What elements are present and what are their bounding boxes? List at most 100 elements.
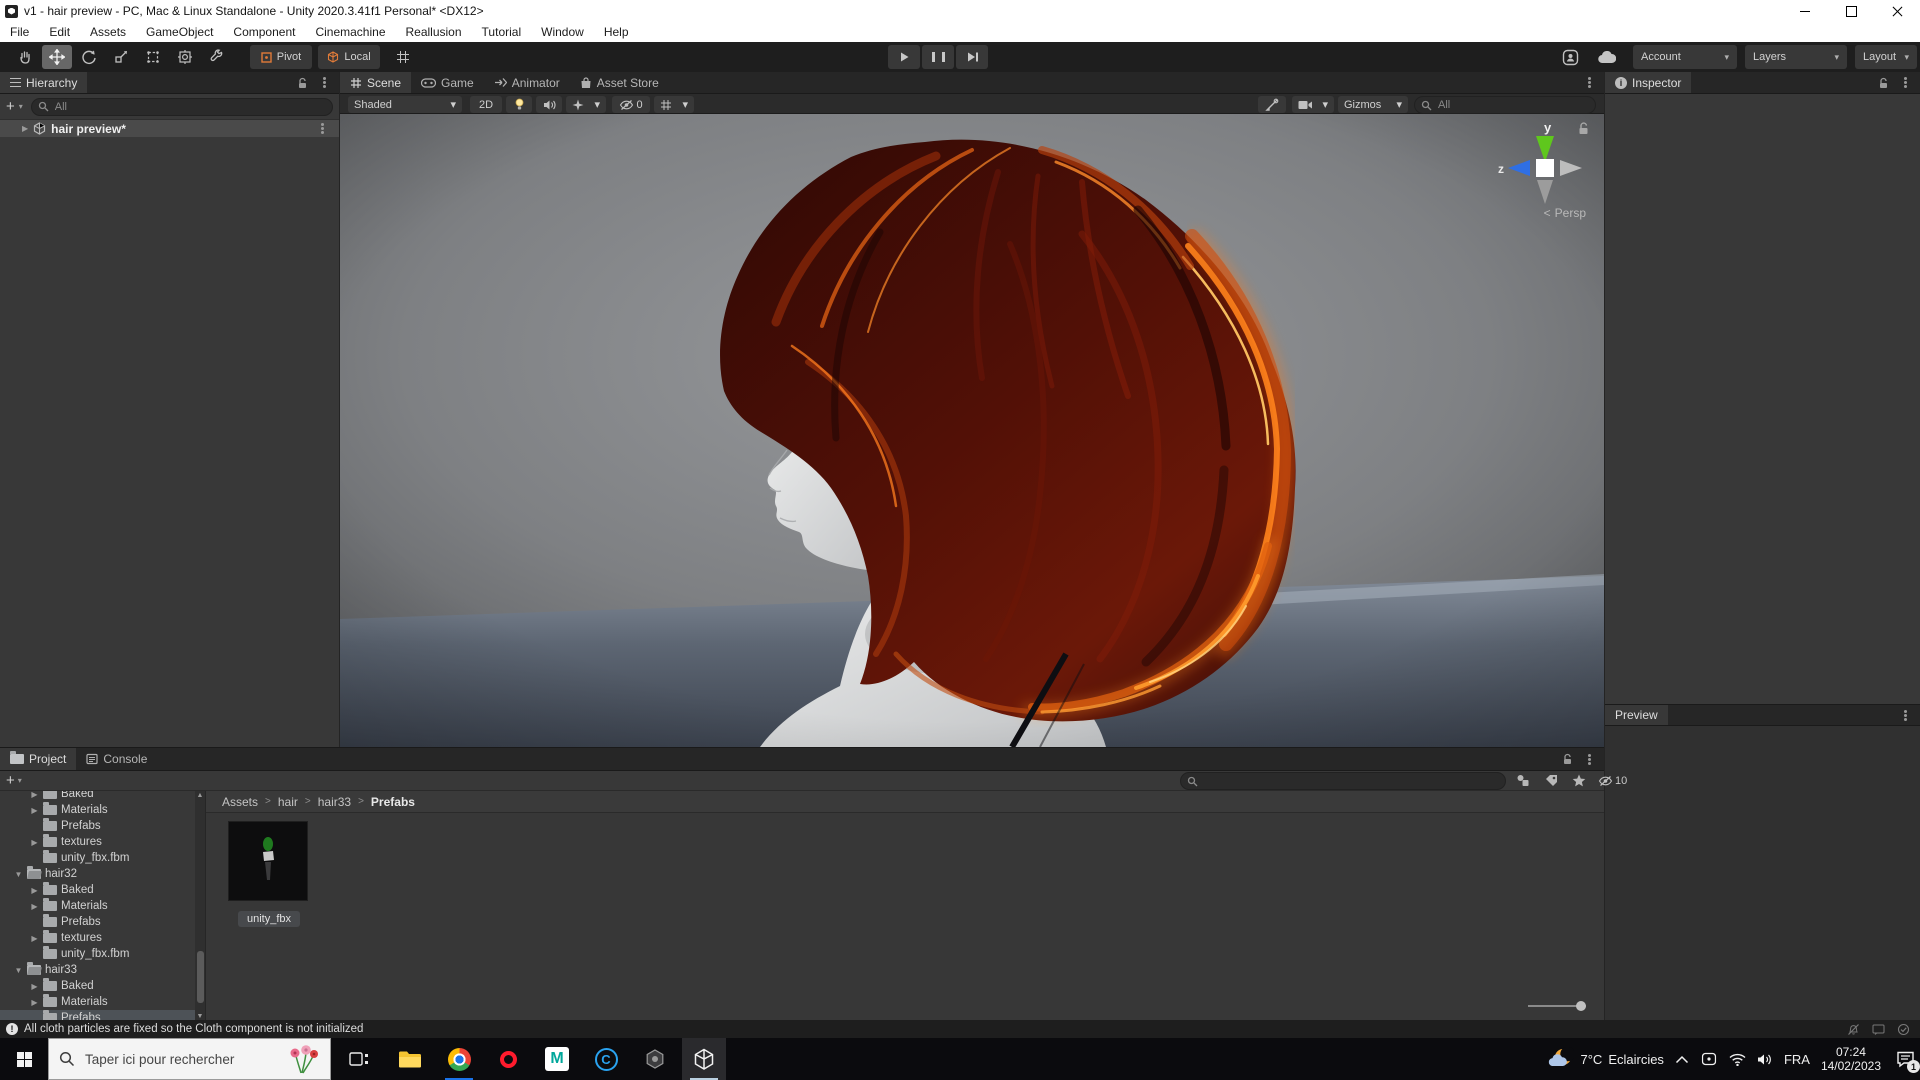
tab-scene[interactable]: Scene [340, 72, 412, 93]
effects-dropdown[interactable]: ▾ [566, 96, 606, 113]
step-button[interactable] [956, 45, 988, 69]
hierarchy-search[interactable] [30, 97, 333, 116]
scroll-up-icon[interactable]: ▲ [195, 792, 205, 799]
close-button[interactable] [1874, 0, 1920, 22]
tree-scrollbar[interactable]: ▲ ▼ [195, 791, 205, 1021]
action-center-button[interactable]: 1 [1892, 1046, 1920, 1073]
weather-widget[interactable]: 7°C Eclaircies [1548, 1047, 1664, 1071]
scene-item-menu[interactable] [313, 120, 331, 138]
bell-muted-icon[interactable] [1847, 1023, 1860, 1036]
file-explorer-button[interactable] [388, 1038, 432, 1080]
project-search[interactable] [1180, 772, 1506, 790]
lock-button[interactable] [1558, 750, 1576, 768]
project-search-input[interactable] [1202, 774, 1499, 788]
expand-arrow-icon[interactable]: ▶ [30, 934, 39, 943]
tree-item[interactable]: ▶ Baked [0, 882, 205, 898]
2d-toggle[interactable]: 2D [470, 96, 502, 113]
tree-item[interactable]: ▶ Materials [0, 802, 205, 818]
shading-mode-dropdown[interactable]: Shaded ▾ [348, 96, 462, 113]
play-button[interactable] [888, 45, 920, 69]
tab-console[interactable]: Console [76, 748, 157, 770]
lighting-toggle[interactable] [506, 96, 532, 113]
expand-arrow-icon[interactable]: ▶ [30, 886, 39, 895]
tree-item[interactable]: unity_fbx.fbm [0, 946, 205, 962]
menu-window[interactable]: Window [531, 25, 594, 39]
grid-visibility-dropdown[interactable]: ▾ [654, 96, 694, 113]
custom-tool[interactable] [202, 45, 232, 69]
project-visibility-toggle[interactable]: 10 [1598, 775, 1627, 787]
create-dropdown-icon[interactable]: ▾ [19, 102, 23, 111]
expand-arrow-icon[interactable]: ▶ [30, 998, 39, 1007]
slider-knob[interactable] [1576, 1001, 1586, 1011]
menu-reallusion[interactable]: Reallusion [396, 25, 472, 39]
tree-item[interactable]: Prefabs [0, 914, 205, 930]
gizmo-lock-icon[interactable] [1577, 122, 1590, 136]
panel-menu-button[interactable] [1896, 706, 1914, 724]
expand-arrow-icon[interactable]: ▶ [30, 902, 39, 911]
tree-item[interactable]: Prefabs [0, 818, 205, 834]
tree-item[interactable]: ▼ hair32 [0, 866, 205, 882]
menu-help[interactable]: Help [594, 25, 639, 39]
pivot-toggle[interactable]: Pivot [250, 45, 312, 69]
tab-preview[interactable]: Preview [1605, 705, 1668, 725]
rotate-tool[interactable] [74, 45, 104, 69]
tree-item[interactable]: ▶ Materials [0, 898, 205, 914]
thumbnail-size-slider[interactable] [1528, 1001, 1586, 1011]
m-app-button[interactable]: M [535, 1038, 579, 1080]
panel-menu-button[interactable] [315, 74, 333, 92]
hierarchy-search-input[interactable] [52, 99, 326, 114]
layout-dropdown[interactable]: Layout ▾ [1855, 45, 1917, 69]
search-by-label-button[interactable] [1542, 772, 1560, 790]
scrollbar-thumb[interactable] [196, 951, 204, 1003]
wifi-icon[interactable] [1729, 1053, 1746, 1066]
menu-component[interactable]: Component [223, 25, 305, 39]
tree-item[interactable]: ▼ hair33 [0, 962, 205, 978]
search-by-type-button[interactable] [1514, 772, 1532, 790]
projection-mode-toggle[interactable]: < Persp [1544, 206, 1586, 220]
volume-icon[interactable] [1757, 1053, 1773, 1066]
asset-name-label[interactable]: unity_fbx [238, 911, 300, 927]
create-dropdown-icon[interactable]: ▾ [18, 776, 22, 785]
audio-toggle[interactable] [536, 96, 562, 113]
project-content-area[interactable]: Assets > hair > hair33 > Prefabs unity_f… [206, 791, 1604, 1021]
favorites-button[interactable] [1570, 772, 1588, 790]
breadcrumb-hair33[interactable]: hair33 [318, 795, 351, 809]
rect-tool[interactable] [138, 45, 168, 69]
grid-snap-tool[interactable] [388, 45, 418, 69]
expand-arrow-icon[interactable]: ▶ [22, 124, 28, 133]
collapse-arrow-icon[interactable]: ▼ [14, 870, 23, 879]
collapse-arrow-icon[interactable]: ▼ [14, 966, 23, 975]
scale-tool[interactable] [106, 45, 136, 69]
unity-editor-button[interactable] [682, 1038, 726, 1080]
scene-visibility-toggle[interactable]: 0 [612, 96, 650, 113]
expand-arrow-icon[interactable]: ▶ [30, 806, 39, 815]
tree-item[interactable]: ▶ Baked [0, 978, 205, 994]
language-indicator[interactable]: FRA [1784, 1052, 1810, 1067]
move-tool[interactable] [42, 45, 72, 69]
maximize-button[interactable] [1828, 0, 1874, 22]
tree-item[interactable]: ▶ Materials [0, 994, 205, 1010]
scene-camera-dropdown[interactable]: ▾ [1292, 96, 1334, 113]
scene-search[interactable] [1414, 96, 1596, 114]
clock-widget[interactable]: 07:24 14/02/2023 [1821, 1045, 1881, 1073]
scene-viewport[interactable]: y z < Persp [340, 114, 1604, 747]
breadcrumb-prefabs[interactable]: Prefabs [371, 795, 415, 809]
taskbar-search[interactable] [48, 1038, 331, 1080]
gizmos-dropdown[interactable]: Gizmos ▾ [1338, 96, 1408, 113]
expand-arrow-icon[interactable]: ▶ [30, 791, 39, 799]
hierarchy-scene-item[interactable]: ▶ hair preview* [0, 120, 339, 137]
scene-search-input[interactable] [1436, 98, 1589, 112]
menu-tutorial[interactable]: Tutorial [472, 25, 532, 39]
hand-tool[interactable] [10, 45, 40, 69]
tree-item[interactable]: ▶ textures [0, 834, 205, 850]
menu-gameobject[interactable]: GameObject [136, 25, 223, 39]
menu-edit[interactable]: Edit [39, 25, 80, 39]
create-button[interactable]: + [6, 99, 15, 114]
message-icon[interactable] [1872, 1023, 1885, 1036]
tab-inspector[interactable]: i Inspector [1605, 72, 1692, 93]
tree-item[interactable]: ▶ Baked [0, 791, 205, 802]
panel-menu-button[interactable] [1896, 74, 1914, 92]
status-bar[interactable]: ! All cloth particles are fixed so the C… [0, 1020, 1920, 1038]
breadcrumb-hair[interactable]: hair [278, 795, 298, 809]
task-view-button[interactable] [337, 1038, 381, 1080]
